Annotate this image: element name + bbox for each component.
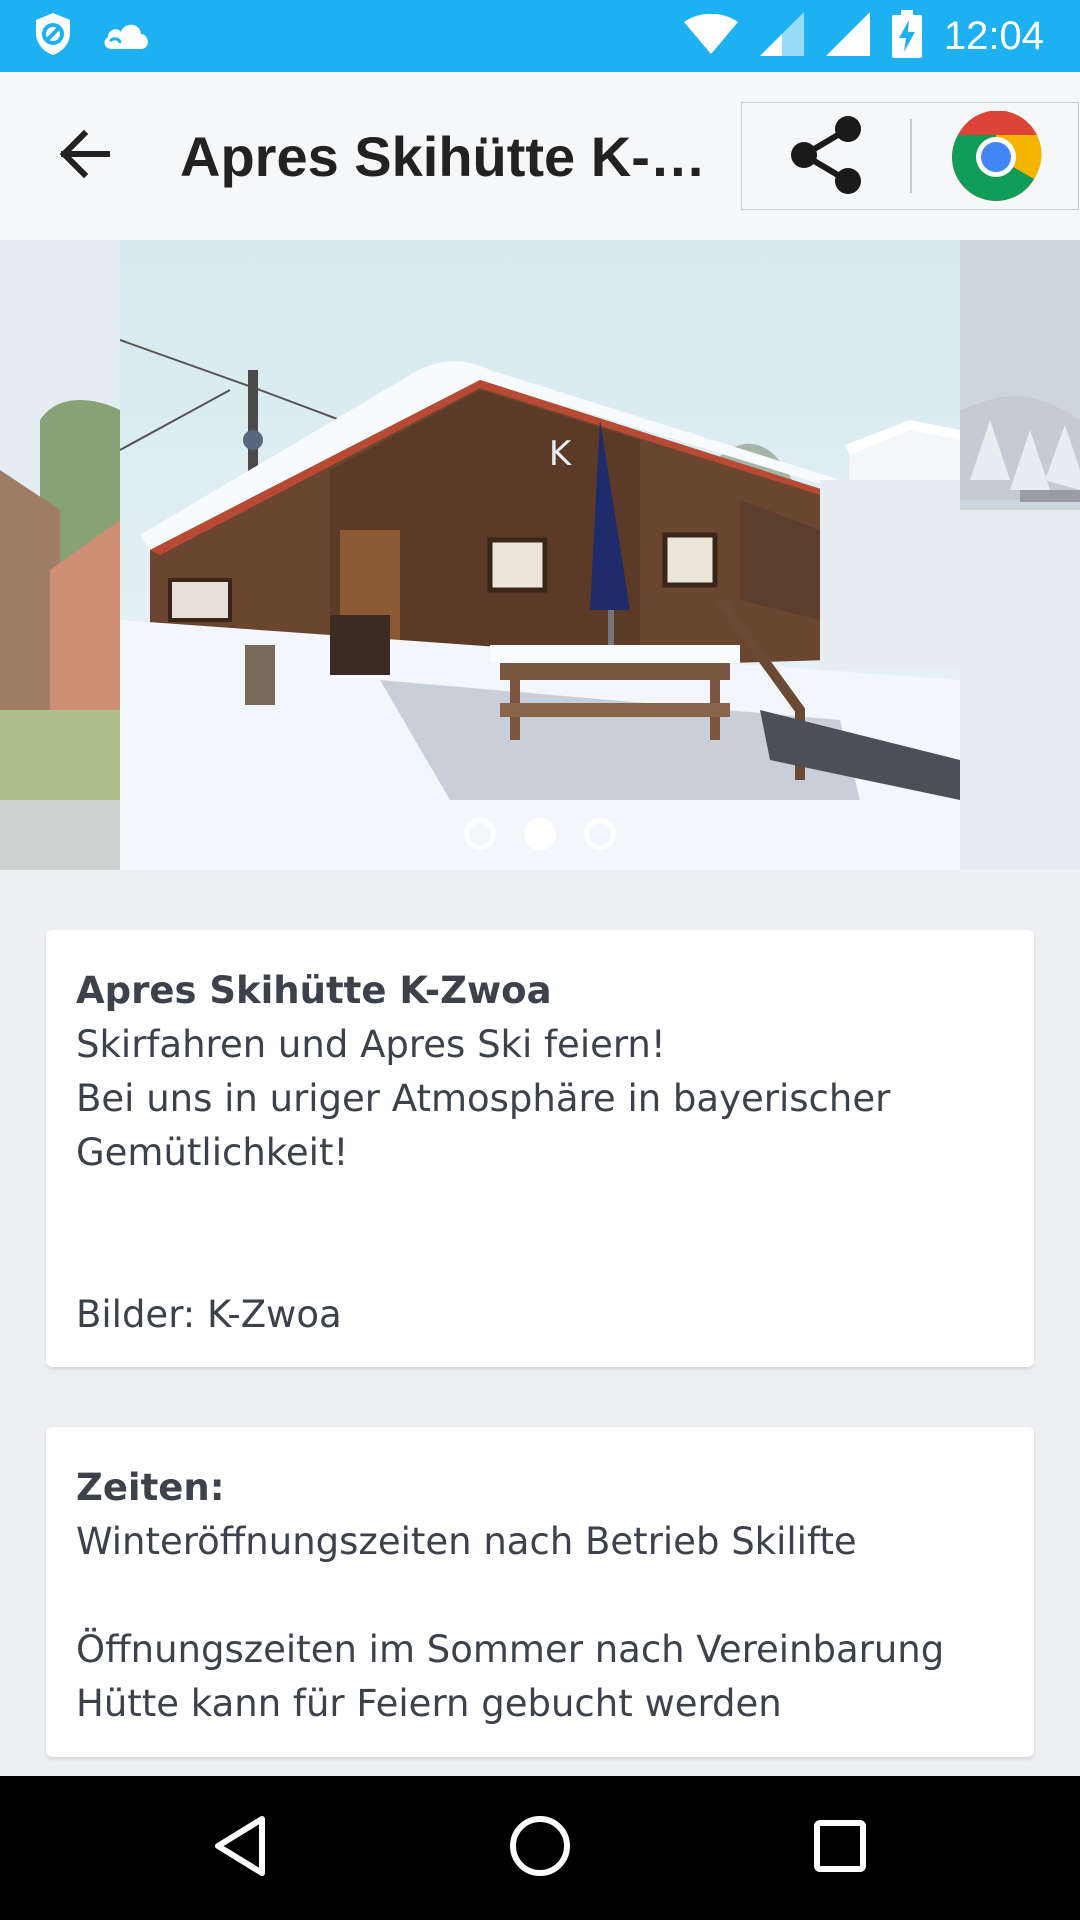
image-carousel[interactable]: K — [0, 240, 1080, 870]
nav-home-button[interactable] — [500, 1808, 580, 1888]
shield-icon — [32, 11, 74, 61]
cloud-icon — [100, 17, 152, 55]
clock: 12:04 — [943, 13, 1044, 58]
carousel-slide-active[interactable]: K — [119, 240, 960, 870]
nav-back-button[interactable] — [200, 1808, 280, 1888]
toolbar: Apres Skihütte K-Zwoa — [0, 72, 1080, 240]
action-divider — [910, 119, 912, 193]
status-bar: 12:04 — [0, 0, 1080, 72]
hours-summer: Öffnungszeiten im Sommer nach Vereinbaru… — [76, 1628, 945, 1671]
opening-hours-card: Zeiten: Winteröffnungszeiten nach Betrie… — [46, 1427, 1034, 1757]
info-card: Apres Skihütte K-Zwoa Skirfahren und Apr… — [46, 930, 1034, 1367]
hours-winter: Winteröffnungszeiten nach Betrieb Skilif… — [76, 1520, 857, 1563]
hours-title: Zeiten: — [76, 1466, 225, 1509]
signal-icon — [825, 12, 870, 60]
carousel-slide-next[interactable] — [960, 240, 1080, 870]
arrow-left-icon — [58, 129, 111, 182]
share-icon — [790, 115, 864, 199]
info-tagline: Skirfahren und Apres Ski feiern! — [76, 1023, 666, 1066]
action-group — [741, 102, 1079, 210]
share-button[interactable] — [782, 113, 872, 201]
page-title: Apres Skihütte K-Zwoa — [180, 125, 720, 188]
nav-recents-button[interactable] — [800, 1808, 880, 1888]
chrome-icon — [950, 110, 1042, 207]
recents-square-icon — [813, 1819, 867, 1877]
carousel-indicator — [0, 818, 1080, 850]
hours-events: Hütte kann für Feiern gebucht werden — [76, 1682, 782, 1725]
info-description: Bei uns in uriger Atmosphäre in bayerisc… — [76, 1077, 891, 1174]
info-title: Apres Skihütte K-Zwoa — [76, 969, 552, 1012]
back-button[interactable] — [40, 116, 128, 196]
image-credits: Bilder: K-Zwoa — [76, 1293, 342, 1336]
back-triangle-icon — [212, 1815, 268, 1881]
battery-charging-icon — [891, 10, 922, 62]
home-circle-icon — [509, 1815, 571, 1881]
signal-icon — [759, 12, 804, 60]
wifi-icon — [683, 13, 738, 58]
carousel-dot[interactable] — [464, 818, 496, 850]
carousel-dot[interactable] — [584, 818, 616, 850]
carousel-dot-active[interactable] — [524, 818, 556, 850]
svg-text:K: K — [549, 434, 573, 474]
open-in-browser-button[interactable] — [950, 110, 1042, 203]
system-navigation-bar — [0, 1776, 1080, 1920]
carousel-slide-previous[interactable] — [0, 240, 120, 870]
